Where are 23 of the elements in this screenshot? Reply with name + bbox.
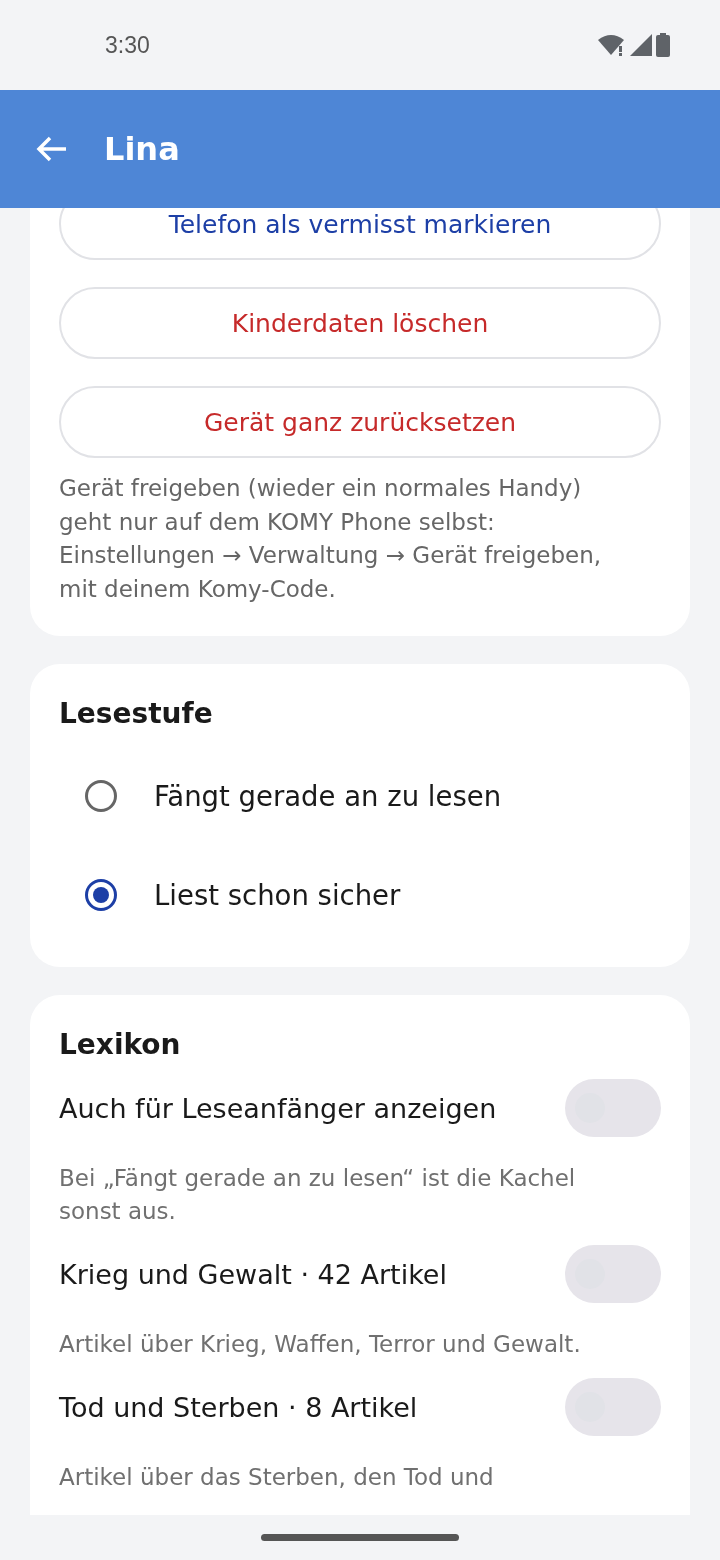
radio-label: Liest schon sicher	[154, 878, 401, 911]
wifi-alert-icon	[598, 34, 626, 56]
status-time: 3:30	[105, 31, 150, 59]
radio-button[interactable]	[85, 878, 117, 911]
setting-label: Krieg und Gewalt · 42 Artikel	[59, 1258, 447, 1290]
action-button[interactable]: Telefon als vermisst markieren	[59, 208, 661, 260]
setting-label: Auch für Leseanfänger anzeigen	[59, 1092, 497, 1124]
screen-title: Lina	[104, 130, 180, 168]
battery-icon	[656, 33, 670, 57]
section-title: Lesestufe	[59, 697, 214, 731]
radio-button[interactable]	[85, 779, 117, 812]
info-text: Gerät freigeben (wieder ein normales Handy) geht nur auf dem KOMY Phone selbst: Einstellungen → Verwaltung → Gerät freigeben, mit deinem Komy-Code.	[59, 474, 603, 604]
home-indicator[interactable]	[261, 1534, 459, 1541]
setting-description: Artikel über das Sterben, den Tod und	[59, 1463, 495, 1492]
back-arrow-icon[interactable]	[36, 135, 68, 163]
action-button[interactable]: Gerät ganz zurücksetzen	[59, 386, 661, 458]
setting-description: Bei „Fängt gerade an zu lesen“ ist die Kachel sonst aus.	[59, 1164, 577, 1226]
setting-label: Tod und Sterben · 8 Artikel	[59, 1391, 418, 1423]
action-button[interactable]: Kinderdaten löschen	[59, 287, 661, 359]
radio-label: Fängt gerade an zu lesen	[154, 779, 502, 812]
setting-description: Artikel über Krieg, Waffen, Terror und Gewalt.	[59, 1330, 582, 1359]
signal-icon	[630, 34, 652, 56]
section-title: Lexikon	[59, 1028, 182, 1062]
